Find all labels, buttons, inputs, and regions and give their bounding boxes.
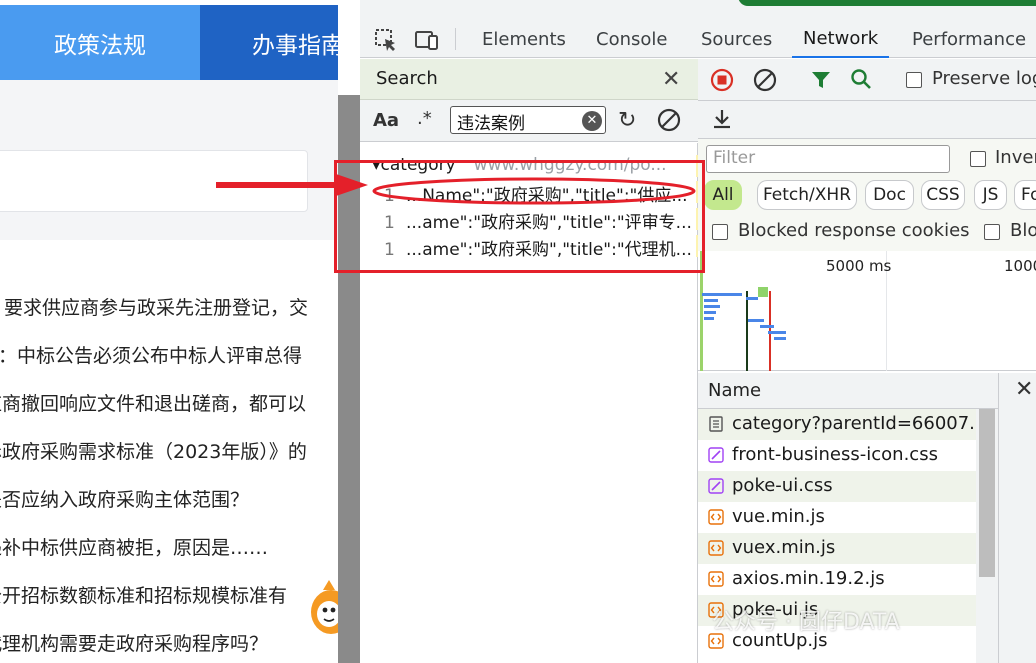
blocked-cookies-label: Blocked response cookies <box>738 220 970 241</box>
request-row[interactable]: category?parentId=66007... <box>698 409 976 440</box>
refresh-icon[interactable]: ↻ <box>618 108 636 133</box>
request-detail-pane: ✕ <box>998 373 1036 663</box>
request-row[interactable]: front-business-icon.css <box>698 440 976 471</box>
filter-input[interactable]: Filter <box>706 145 950 173</box>
tab-console[interactable]: Console <box>596 20 667 58</box>
tab-elements[interactable]: Elements <box>482 20 566 58</box>
scrollbar-thumb[interactable] <box>979 409 995 577</box>
tab-performance[interactable]: Performance <box>912 20 1026 58</box>
search-panel-header: Search ✕ <box>360 59 698 100</box>
invert-checkbox[interactable] <box>970 151 986 167</box>
status-indicator <box>738 0 1036 6</box>
timeline-marker <box>746 291 748 371</box>
filter-all-button[interactable]: All <box>704 180 742 210</box>
timeline-bar <box>704 305 720 308</box>
request-row[interactable]: vuex.min.js <box>698 533 976 564</box>
timeline-bar <box>774 337 786 340</box>
filter-icon[interactable] <box>809 68 833 92</box>
request-row[interactable]: vue.min.js <box>698 502 976 533</box>
css-file-icon <box>708 478 724 494</box>
record-stop-icon[interactable] <box>710 68 734 92</box>
filter-js-button[interactable]: JS <box>974 180 1007 210</box>
network-toolbar: Preserve log <box>698 59 1036 101</box>
request-name: vue.min.js <box>732 506 825 527</box>
clear-search-icon[interactable]: ✕ <box>582 111 602 131</box>
mascot-icon[interactable] <box>305 578 338 638</box>
device-toolbar-icon[interactable] <box>414 27 440 53</box>
tab-sources[interactable]: Sources <box>701 20 772 58</box>
website-panel: 政策法规 办事指南 要求供应商参与政采先注册登记，交 n：中标公告必须公布中标人… <box>0 0 338 663</box>
timeline-bar <box>702 293 742 296</box>
filter-doc-button[interactable]: Doc <box>865 180 914 210</box>
requests-table-header[interactable]: Name <box>698 373 998 409</box>
invert-label: Invert <box>995 147 1036 168</box>
clear-log-icon[interactable] <box>753 68 777 92</box>
timeline-bar <box>748 319 764 322</box>
tab-network[interactable]: Network <box>792 20 890 58</box>
regex-button[interactable]: .* <box>417 108 432 129</box>
nav-guide[interactable]: 办事指南 <box>200 5 338 80</box>
request-name: front-business-icon.css <box>732 444 938 465</box>
document-icon <box>709 416 723 432</box>
preserve-log-checkbox[interactable] <box>906 72 922 88</box>
download-icon[interactable] <box>710 107 734 131</box>
timeline-bar <box>704 317 714 320</box>
list-item[interactable]: 要求供应商参与政采先注册登记，交 <box>4 293 308 320</box>
timeline-bar <box>760 325 774 328</box>
blocked-requests-label: Blocked requests <box>1010 220 1036 241</box>
search-toolbar: Aa .* 违法案例 ✕ ↻ <box>360 100 698 142</box>
request-row[interactable]: poke-ui.css <box>698 471 976 502</box>
clear-results-icon[interactable] <box>656 107 682 133</box>
watermark: 公众号 · 圆仔DATA <box>712 610 900 635</box>
list-item[interactable]: n：中标公告必须公布中标人评审总得 <box>0 341 302 368</box>
network-toolbar-2 <box>698 101 1036 139</box>
timeline-label: 5000 ms <box>826 257 892 275</box>
site-nav: 政策法规 办事指南 <box>0 5 338 80</box>
devtools-panel: Elements Console Sources Network Perform… <box>360 0 1036 663</box>
script-file-icon <box>708 509 724 525</box>
filter-css-button[interactable]: CSS <box>921 180 965 210</box>
filter-fetch-xhr-button[interactable]: Fetch/XHR <box>757 180 857 210</box>
timeline-bar <box>768 331 786 334</box>
list-item[interactable]: 公开招标数额标准和招标规模标准有 <box>0 581 287 608</box>
request-list-scrollbar[interactable] <box>976 409 998 663</box>
search-panel-title: Search <box>376 68 438 89</box>
list-item[interactable]: 赤政府采购需求标准（2023年版）》的 <box>0 437 307 464</box>
request-name: axios.min.19.2.js <box>732 568 885 589</box>
css-file-icon <box>708 447 724 463</box>
request-name: category?parentId=66007... <box>732 413 976 434</box>
request-name: poke-ui.css <box>732 475 833 496</box>
name-column-header: Name <box>708 380 762 401</box>
list-item[interactable]: 是否应纳入政府采购主体范围？ <box>0 485 249 512</box>
close-icon[interactable]: ✕ <box>1015 377 1033 402</box>
timeline-label: 10000 ms <box>1004 257 1036 275</box>
network-panel: Preserve log Filter Invert All Fetch/XHR… <box>698 59 1036 663</box>
preserve-log-label: Preserve log <box>932 68 1036 89</box>
match-case-button[interactable]: Aa <box>373 110 399 131</box>
list-item[interactable]: 代理机构需要走政府采购程序吗？ <box>0 629 268 656</box>
request-row[interactable]: axios.min.19.2.js <box>698 564 976 595</box>
timeline-bar <box>704 311 716 314</box>
toolbar-separator <box>455 28 456 50</box>
inspect-element-icon[interactable] <box>373 27 399 53</box>
nav-policy[interactable]: 政策法规 <box>0 5 200 80</box>
blocked-cookies-checkbox[interactable] <box>712 224 728 240</box>
search-icon[interactable] <box>849 67 873 91</box>
filter-font-button[interactable]: Font <box>1014 180 1036 210</box>
script-file-icon <box>708 540 724 556</box>
script-file-icon <box>708 571 724 587</box>
blocked-requests-checkbox[interactable] <box>984 224 1000 240</box>
list-item[interactable]: 递补中标供应商被拒，原因是…… <box>0 533 268 560</box>
list-item[interactable]: 应商撤回响应文件和退出磋商，都可以 <box>0 389 306 416</box>
timeline-marker <box>758 287 768 297</box>
timeline-bar <box>746 297 758 300</box>
timeline-overview[interactable]: 5000 ms 10000 ms <box>698 251 1036 371</box>
request-name: vuex.min.js <box>732 537 836 558</box>
timeline-bar <box>704 299 718 302</box>
annotation-oval <box>372 177 696 205</box>
close-icon[interactable]: ✕ <box>662 67 680 92</box>
